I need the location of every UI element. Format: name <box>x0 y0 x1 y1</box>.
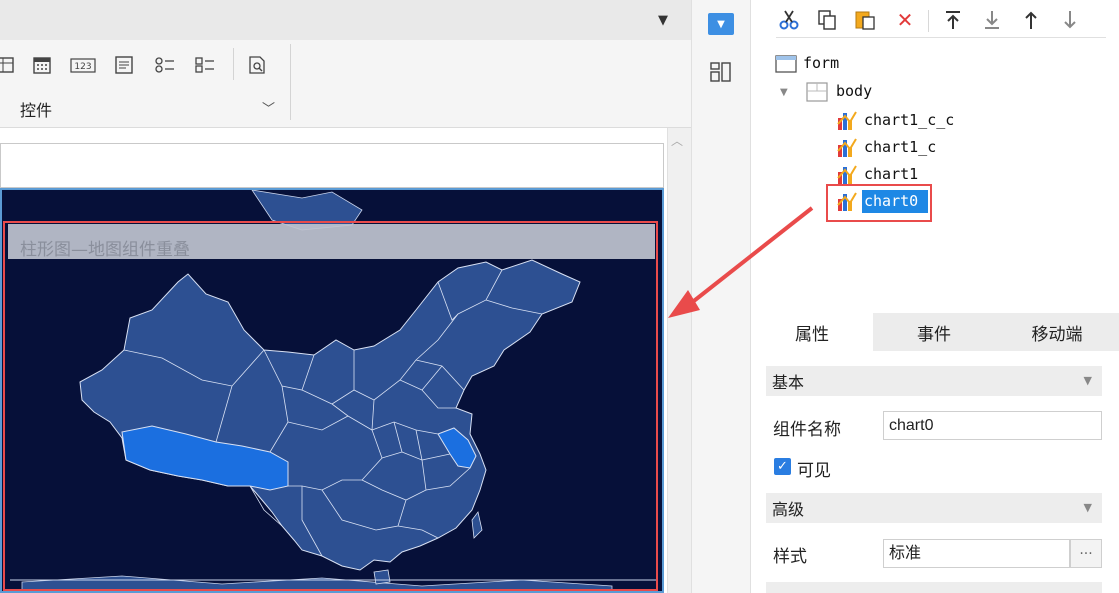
tree-node-chart[interactable]: chart1_c_c <box>864 111 954 129</box>
scroll-up-icon[interactable]: ︿ <box>671 132 683 149</box>
tree-node-form[interactable]: form <box>803 54 839 72</box>
number-field-icon[interactable]: 123 <box>70 52 96 78</box>
calendar-icon[interactable] <box>29 52 55 78</box>
tree-node-chart[interactable]: chart1 <box>864 165 918 183</box>
widget-ribbon: 123 <box>0 40 691 128</box>
chart-icon <box>836 110 858 136</box>
tab-mobile[interactable]: 移动端 <box>995 313 1119 351</box>
style-picker-button[interactable]: ··· <box>1070 539 1102 568</box>
copy-icon[interactable] <box>815 8 839 32</box>
checkbox-group-icon[interactable] <box>192 52 218 78</box>
toolbar-divider <box>928 10 929 32</box>
section-advanced-label: 高级 <box>772 500 805 519</box>
title-widget[interactable] <box>0 143 664 188</box>
chart-icon <box>836 137 858 163</box>
chevron-down-icon[interactable]: ▼ <box>1084 501 1092 514</box>
paste-icon[interactable] <box>853 8 877 32</box>
section-basic-label: 基本 <box>772 373 805 392</box>
form-icon <box>775 55 797 77</box>
tree-callout-box <box>826 184 932 222</box>
move-top-icon[interactable] <box>941 8 965 32</box>
layout-tab-icon[interactable] <box>708 61 734 83</box>
tab-properties[interactable]: 属性 <box>751 313 873 351</box>
expand-caret-icon[interactable]: ▼ <box>780 87 788 98</box>
radio-group-icon[interactable] <box>152 52 178 78</box>
grid-table-icon[interactable] <box>0 52 18 78</box>
collapse-ribbon-icon[interactable]: ▼ <box>653 10 673 30</box>
ribbon-separator <box>290 44 291 120</box>
toolbar-underline <box>776 37 1106 38</box>
delete-icon[interactable]: ✕ <box>893 8 917 32</box>
textarea-icon[interactable] <box>111 52 137 78</box>
move-up-icon[interactable] <box>1019 8 1043 32</box>
tab-events[interactable]: 事件 <box>873 313 995 351</box>
style-input[interactable]: 标准 <box>883 539 1070 568</box>
panel-switcher <box>691 0 751 593</box>
style-label: 样式 <box>773 547 807 567</box>
number-field-text: 123 <box>74 62 91 72</box>
vertical-scrollbar[interactable] <box>667 128 691 593</box>
selected-widget-highlight <box>3 221 658 591</box>
section-basic[interactable]: 基本 ▼ <box>766 366 1102 396</box>
move-down-icon[interactable] <box>1058 8 1082 32</box>
visible-checkbox[interactable]: ✓ <box>774 458 791 475</box>
move-bottom-icon[interactable] <box>980 8 1004 32</box>
chevron-down-icon[interactable]: ▼ <box>1084 374 1092 387</box>
tree-node-body[interactable]: body <box>836 82 872 100</box>
tree-node-chart[interactable]: chart1_c <box>864 138 936 156</box>
chevron-down-icon[interactable]: ﹀ <box>262 98 275 117</box>
ribbon-group-label: 控件 <box>20 101 53 120</box>
body-icon <box>806 82 828 106</box>
search-preview-icon[interactable] <box>244 52 270 78</box>
cut-icon[interactable] <box>777 8 801 32</box>
section-advanced[interactable]: 高级 ▼ <box>766 493 1102 523</box>
visible-label: 可见 <box>797 461 831 481</box>
component-name-input[interactable]: chart0 <box>883 411 1102 440</box>
component-name-label: 组件名称 <box>773 420 841 440</box>
ribbon-header: ▼ <box>0 0 691 40</box>
ribbon-divider <box>233 48 234 80</box>
component-tree-tab-icon[interactable]: ▼ <box>708 13 734 35</box>
section-next <box>766 582 1102 593</box>
